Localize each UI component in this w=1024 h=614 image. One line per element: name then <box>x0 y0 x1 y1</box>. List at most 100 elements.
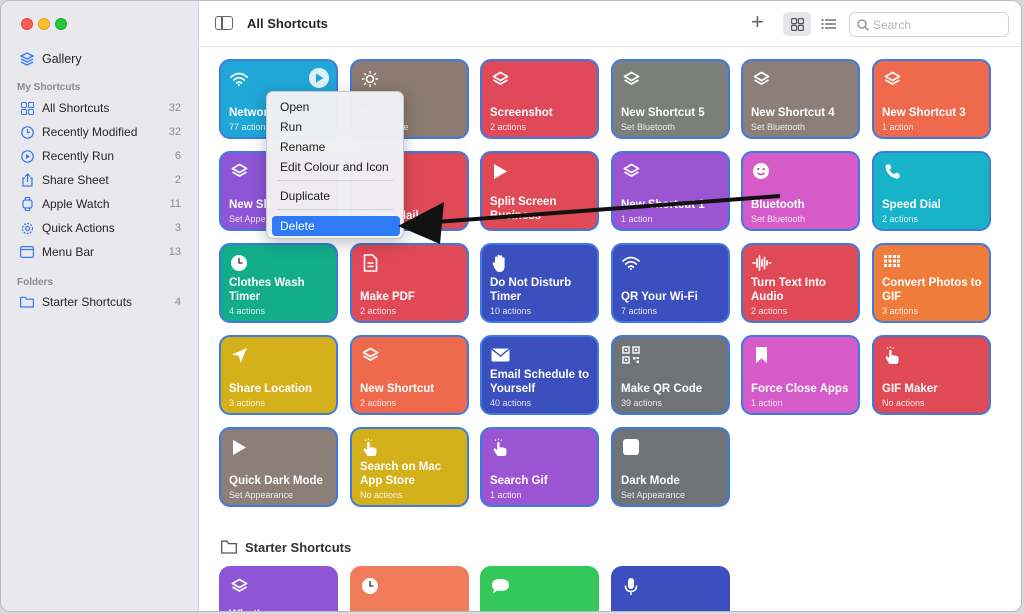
sidebar-item-share-sheet[interactable]: Share Sheet 2 <box>11 169 189 191</box>
shortcut-tile[interactable]: Do Not Disturb Timer 10 actions <box>480 243 599 323</box>
shortcut-name: New Shortcut 1 <box>621 199 705 211</box>
sidebar-item-quick-actions[interactable]: Quick Actions 3 <box>11 217 189 239</box>
shortcut-tile[interactable]: Make PDF 2 actions <box>350 243 469 323</box>
shortcut-tile[interactable]: Search Gif 1 action <box>480 427 599 507</box>
play-icon <box>229 437 249 457</box>
shortcut-tile[interactable]: Search on Mac App Store No actions <box>350 427 469 507</box>
starter-shortcut-tile[interactable]: What's a <box>219 566 338 611</box>
shortcut-tile[interactable]: New Shortcut 4 Set Bluetooth <box>741 59 860 139</box>
menu-item-delete[interactable]: Delete <box>272 216 400 236</box>
shortcut-name: Turn Text Into Audio <box>751 277 826 303</box>
shortcut-tile[interactable]: Make QR Code 39 actions <box>611 335 730 415</box>
shortcut-tile[interactable]: New Shortcut 1 1 action <box>611 151 730 231</box>
shortcut-name: Dark Mode <box>621 475 680 487</box>
shortcut-subtitle: Set Bluetooth <box>621 122 676 132</box>
menu-item-run[interactable]: Run <box>272 117 400 137</box>
stack-icon <box>621 161 641 181</box>
shortcut-tile[interactable]: Share Location 3 actions <box>219 335 338 415</box>
tap-icon <box>360 437 380 457</box>
grid-view-button[interactable] <box>783 12 811 36</box>
shortcut-subtitle: 2 actions <box>751 306 788 316</box>
list-view-button[interactable] <box>817 12 839 36</box>
shortcut-tile[interactable]: Turn Text Into Audio 2 actions <box>741 243 860 323</box>
shortcut-tile[interactable]: GIF Maker No actions <box>872 335 991 415</box>
shortcut-tile[interactable]: Force Close Apps 1 action <box>741 335 860 415</box>
waveform-icon <box>751 253 771 273</box>
sidebar-item-recently-modified[interactable]: Recently Modified 32 <box>11 121 189 143</box>
shortcut-name: Split Screen Business <box>490 196 557 222</box>
sidebar-item-starter-shortcuts[interactable]: Starter Shortcuts 4 <box>11 291 189 313</box>
grid-icon <box>790 17 804 31</box>
sidebar-item-apple-watch[interactable]: Apple Watch 11 <box>11 193 189 215</box>
close-window-button[interactable] <box>21 18 33 30</box>
stack-icon <box>621 69 641 89</box>
phone-icon <box>882 161 902 181</box>
zoom-window-button[interactable] <box>55 18 67 30</box>
list-icon <box>821 19 836 29</box>
play-icon <box>315 73 323 83</box>
shortcut-tile[interactable]: Split Screen Business <box>480 151 599 231</box>
menu-item-edit-colour-and-icon[interactable]: Edit Colour and Icon <box>272 157 400 177</box>
menu-item-duplicate[interactable]: Duplicate <box>272 186 400 206</box>
sidebar-item-recently-run[interactable]: Recently Run 6 <box>11 145 189 167</box>
starter-shortcuts-heading: Starter Shortcuts <box>245 540 352 555</box>
tap-icon <box>490 437 510 457</box>
sidebar-toggle-icon[interactable] <box>215 16 233 30</box>
sidebar-item-menu-bar[interactable]: Menu Bar 13 <box>11 241 189 263</box>
search-input[interactable] <box>873 17 993 32</box>
shortcut-name: Search Gif <box>490 475 548 487</box>
shortcut-name: New Shortcut 4 <box>751 107 835 119</box>
shortcut-subtitle: 2 actions <box>490 122 527 132</box>
stack-icon <box>360 345 380 365</box>
shortcut-tile[interactable]: Convert Photos to GIF 3 actions <box>872 243 991 323</box>
sidebar-item-all-shortcuts[interactable]: All Shortcuts 32 <box>11 97 189 119</box>
menu-item-open[interactable]: Open <box>272 97 400 117</box>
document-icon <box>360 253 380 273</box>
toolbar: All Shortcuts + <box>199 1 1021 47</box>
my-shortcuts-header: My Shortcuts <box>17 82 81 93</box>
shortcut-tile[interactable]: New Shortcut 2 actions <box>350 335 469 415</box>
stack-icon <box>229 576 249 596</box>
shortcut-subtitle: 4 actions <box>229 306 266 316</box>
shortcut-name: Convert Photos to GIF <box>882 277 982 303</box>
shortcut-tile[interactable]: QR Your Wi-Fi 7 actions <box>611 243 730 323</box>
sidebar-item-label: Apple Watch <box>42 197 110 211</box>
add-shortcut-button[interactable]: + <box>751 11 764 33</box>
clock-icon <box>20 125 34 139</box>
sidebar-item-label: Quick Actions <box>42 221 115 235</box>
search-field[interactable] <box>849 12 1009 37</box>
shortcut-name: Email Schedule to Yourself <box>490 369 590 395</box>
chat-bubble-icon <box>490 576 510 596</box>
sidebar-item-label: Gallery <box>42 52 82 66</box>
shortcut-tile[interactable]: Speed Dial 2 actions <box>872 151 991 231</box>
sidebar: Gallery My Shortcuts All Shortcuts 32 Re… <box>1 1 199 611</box>
sidebar-item-label: Starter Shortcuts <box>42 295 133 309</box>
shortcut-subtitle: 3 actions <box>229 398 266 408</box>
shortcut-tile[interactable]: Bluetooth Set Bluetooth <box>741 151 860 231</box>
shortcut-tile[interactable]: Email Schedule to Yourself 40 actions <box>480 335 599 415</box>
shortcut-subtitle: 2 actions <box>360 306 397 316</box>
sidebar-item-gallery[interactable]: Gallery <box>11 48 189 70</box>
shortcut-tile[interactable]: Dark Mode Set Appearance <box>611 427 730 507</box>
starter-shortcut-tile[interactable] <box>480 566 599 611</box>
minimize-window-button[interactable] <box>38 18 50 30</box>
shortcut-tile[interactable]: Screenshot 2 actions <box>480 59 599 139</box>
starter-shortcut-tile[interactable] <box>611 566 730 611</box>
shortcut-subtitle: 1 action <box>490 490 522 500</box>
shortcut-tile[interactable]: Clothes Wash Timer 4 actions <box>219 243 338 323</box>
menu-item-rename[interactable]: Rename <box>272 137 400 157</box>
sidebar-item-count: 11 <box>169 198 181 210</box>
shortcut-tile[interactable]: Quick Dark Mode Set Appearance <box>219 427 338 507</box>
shortcut-tile[interactable]: New Shortcut 3 1 action <box>872 59 991 139</box>
stack-icon <box>229 161 249 181</box>
shortcut-name: Make PDF <box>360 291 415 303</box>
wifi-icon <box>229 69 249 89</box>
run-shortcut-button[interactable] <box>309 68 329 88</box>
bookmark-icon <box>751 345 771 365</box>
starter-shortcut-tile[interactable] <box>350 566 469 611</box>
folders-header: Folders <box>17 277 54 288</box>
shortcut-name: New Shortcut 3 <box>882 107 966 119</box>
shortcut-tile[interactable]: New Shortcut 5 Set Bluetooth <box>611 59 730 139</box>
shortcut-subtitle: 10 actions <box>490 306 532 316</box>
shortcut-subtitle: Set Bluetooth <box>751 214 806 224</box>
